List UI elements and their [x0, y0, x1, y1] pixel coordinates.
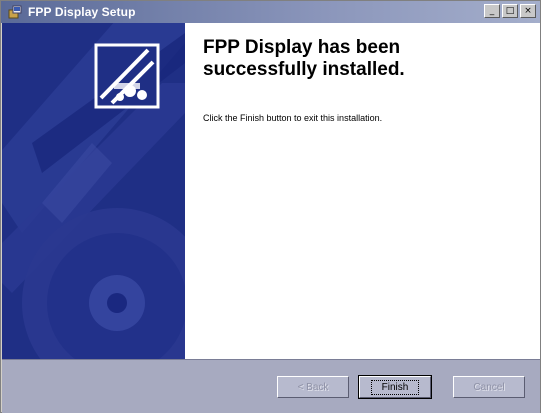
heading-line-1: FPP Display has been [203, 37, 401, 58]
finish-button-label: Finish [370, 379, 420, 395]
cancel-button[interactable]: Cancel [453, 376, 525, 398]
banner-artwork [2, 23, 185, 359]
button-bar: < Back Finish Cancel [2, 359, 540, 413]
completion-heading: FPP Display has been successfully instal… [203, 37, 523, 81]
window-title: FPP Display Setup [28, 5, 136, 19]
maximize-button[interactable]: □ [502, 4, 518, 18]
heading-line-2: successfully installed. [203, 59, 405, 80]
close-button[interactable]: × [520, 4, 536, 18]
finish-button[interactable]: Finish [358, 375, 432, 399]
installer-icon[interactable] [7, 4, 23, 20]
setup-window: FPP Display Setup _ □ × FPP Display has … [0, 0, 541, 413]
setup-logo [94, 43, 160, 109]
instruction-text: Click the Finish button to exit this ins… [203, 113, 383, 123]
content-panel: FPP Display has been successfully instal… [185, 23, 540, 359]
window-controls: _ □ × [484, 4, 536, 18]
back-button[interactable]: < Back [277, 376, 349, 398]
minimize-button[interactable]: _ [484, 4, 500, 18]
setup-banner [2, 23, 185, 359]
title-bar[interactable]: FPP Display Setup _ □ × [1, 1, 540, 23]
